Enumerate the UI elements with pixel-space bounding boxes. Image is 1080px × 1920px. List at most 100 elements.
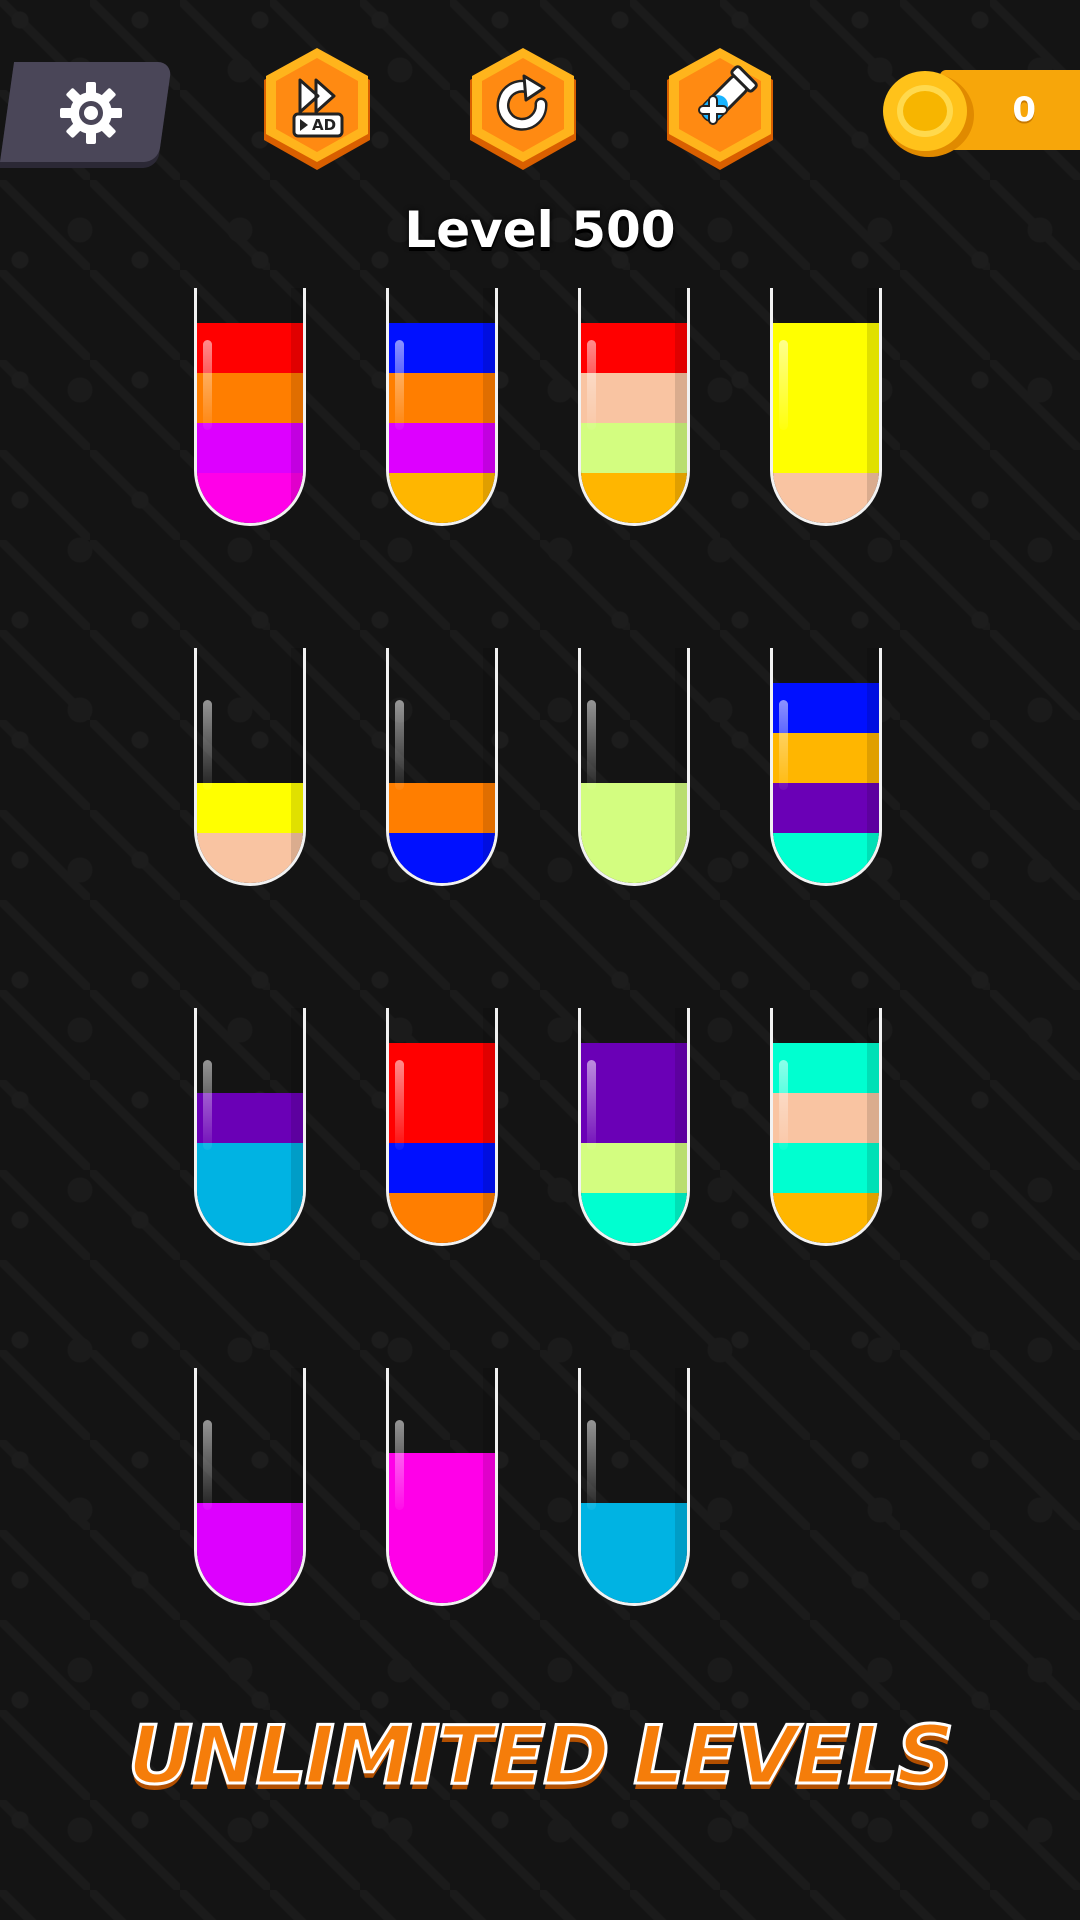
liquid-layer-magenta [197, 423, 303, 473]
liquid-stack [197, 783, 303, 883]
settings-button[interactable] [58, 80, 124, 146]
liquid-stack [581, 1503, 687, 1603]
liquid-layer-orange [389, 1193, 495, 1243]
tube-5[interactable] [194, 648, 306, 886]
tube-highlight [395, 700, 404, 790]
tube-shade [867, 648, 879, 883]
level-title: Level 500 [404, 201, 676, 259]
tube-shade [867, 288, 879, 523]
tube-shade [291, 648, 303, 883]
game-screen: AD 0 Level 500 UNLIMITED LEVELS [0, 0, 1080, 1920]
coin-count: 0 [1012, 90, 1036, 130]
skip-ad-icon [292, 78, 344, 138]
tube-1[interactable] [194, 288, 306, 526]
gear-icon [60, 82, 122, 144]
tube-shade [675, 1368, 687, 1603]
liquid-layer-blue [389, 323, 495, 373]
tube-highlight [395, 1060, 404, 1150]
liquid-layer-pink [389, 1453, 495, 1503]
tube-10[interactable] [386, 1008, 498, 1246]
restart-icon [496, 74, 548, 131]
liquid-stack [197, 323, 303, 523]
liquid-layer-magenta [389, 423, 495, 473]
tube-shade [675, 288, 687, 523]
tube-shade [291, 1008, 303, 1243]
tube-highlight [779, 700, 788, 790]
restart-button[interactable] [466, 46, 580, 172]
tube-4[interactable] [770, 288, 882, 526]
tube-highlight [203, 1060, 212, 1150]
liquid-layer-amber [581, 473, 687, 523]
liquid-layer-teal [773, 833, 879, 883]
liquid-layer-orange [197, 373, 303, 423]
coin-icon [883, 71, 974, 157]
liquid-layer-red [389, 1043, 495, 1093]
liquid-stack [773, 683, 879, 883]
liquid-layer-blue [389, 1143, 495, 1193]
liquid-layer-peach [773, 473, 879, 523]
tube-shade [483, 648, 495, 883]
liquid-layer-purple [773, 783, 879, 833]
liquid-stack [389, 1453, 495, 1603]
tube-7[interactable] [578, 648, 690, 886]
liquid-stack [773, 1043, 879, 1243]
liquid-layer-amber [389, 473, 495, 523]
liquid-layer-pink [389, 1553, 495, 1603]
tube-shade [675, 648, 687, 883]
liquid-layer-sky [581, 1553, 687, 1603]
liquid-layer-sky [197, 1193, 303, 1243]
tube-3[interactable] [578, 288, 690, 526]
add-tube-button[interactable] [663, 46, 777, 172]
liquid-layer-purple [197, 1093, 303, 1143]
liquid-layer-orange [389, 783, 495, 833]
tube-9[interactable] [194, 1008, 306, 1246]
tube-highlight [587, 1060, 596, 1150]
liquid-layer-pink [389, 1503, 495, 1553]
liquid-layer-lime [581, 783, 687, 833]
liquid-layer-red [581, 323, 687, 373]
tube-highlight [587, 340, 596, 430]
tube-12[interactable] [770, 1008, 882, 1246]
tube-13[interactable] [194, 1368, 306, 1606]
skip-level-ad-button[interactable]: AD [260, 46, 374, 172]
tube-8[interactable] [770, 648, 882, 886]
tube-2[interactable] [386, 288, 498, 526]
tube-shade [483, 1008, 495, 1243]
liquid-layer-yellow [197, 783, 303, 833]
tube-shade [483, 1368, 495, 1603]
liquid-layer-peach [197, 833, 303, 883]
tube-shade [867, 1008, 879, 1243]
tube-highlight [203, 700, 212, 790]
skip-ad-label: AD [312, 116, 337, 134]
tube-14[interactable] [386, 1368, 498, 1606]
tube-highlight [203, 340, 212, 430]
liquid-layer-blue [389, 833, 495, 883]
liquid-layer-sky [197, 1143, 303, 1193]
liquid-layer-orange [389, 373, 495, 423]
tube-11[interactable] [578, 1008, 690, 1246]
tube-highlight [779, 1060, 788, 1150]
liquid-layer-peach [773, 1093, 879, 1143]
tube-15[interactable] [578, 1368, 690, 1606]
tube-highlight [587, 700, 596, 790]
liquid-stack [389, 323, 495, 523]
liquid-layer-pink [197, 473, 303, 523]
tube-shade [675, 1008, 687, 1243]
tube-shade [483, 288, 495, 523]
liquid-layer-blue [773, 683, 879, 733]
tube-highlight [779, 340, 788, 430]
liquid-layer-peach [581, 373, 687, 423]
liquid-layer-magenta [197, 1553, 303, 1603]
liquid-stack [197, 1503, 303, 1603]
tube-shade [291, 1368, 303, 1603]
liquid-stack [389, 1043, 495, 1243]
liquid-layer-purple [581, 1043, 687, 1093]
liquid-layer-lime [581, 1143, 687, 1193]
liquid-layer-lime [581, 833, 687, 883]
liquid-layer-teal [581, 1193, 687, 1243]
add-tube-icon [698, 65, 758, 125]
tube-6[interactable] [386, 648, 498, 886]
liquid-stack [389, 783, 495, 883]
liquid-layer-teal [773, 1043, 879, 1093]
tube-highlight [395, 340, 404, 430]
